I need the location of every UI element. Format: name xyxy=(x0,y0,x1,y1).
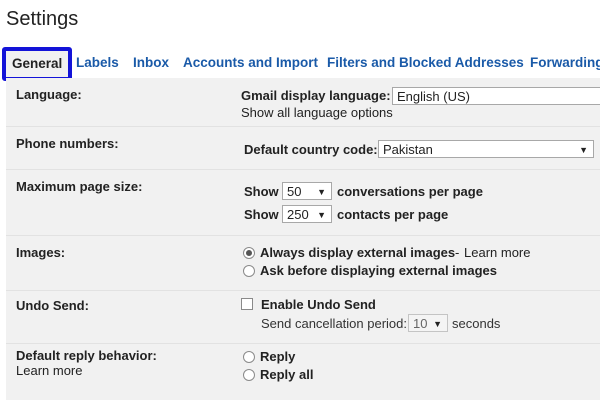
reply-all-radio[interactable] xyxy=(243,369,255,381)
setting-row-maximum-page-size: Maximum page size: Show 50 ▼ conversatio… xyxy=(6,169,600,236)
default-reply-behavior-label: Default reply behavior: xyxy=(16,348,157,363)
enable-undo-send-checkbox[interactable] xyxy=(241,298,253,310)
phone-numbers-label: Phone numbers: xyxy=(16,136,119,151)
undo-send-label: Undo Send: xyxy=(16,298,89,313)
settings-tab-bar: General Labels Inbox Accounts and Import… xyxy=(0,47,600,81)
show-all-language-options-link[interactable]: Show all language options xyxy=(241,105,393,120)
display-language-select[interactable]: English (US) xyxy=(392,87,600,105)
show-label-conversations: Show xyxy=(244,184,279,199)
setting-row-language: Language: Gmail display language: Englis… xyxy=(6,78,600,127)
seconds-label: seconds xyxy=(452,316,501,331)
language-label: Language: xyxy=(16,87,82,102)
ask-before-displaying-images-label: Ask before displaying external images xyxy=(260,263,497,278)
display-language-value: English (US) xyxy=(397,89,470,104)
send-cancellation-period-label: Send cancellation period: xyxy=(261,316,407,331)
page-title: Settings xyxy=(6,8,79,30)
always-display-images-label: Always display external images xyxy=(260,245,456,260)
reply-learn-more-link[interactable]: Learn more xyxy=(16,363,82,378)
show-label-contacts: Show xyxy=(244,207,279,222)
default-country-code-label: Default country code: xyxy=(244,142,378,157)
chevron-down-icon: ▼ xyxy=(579,145,588,155)
reply-option-label: Reply xyxy=(260,349,296,364)
setting-row-default-reply-behavior: Default reply behavior: Learn more Reply… xyxy=(6,343,600,400)
maximum-page-size-label: Maximum page size: xyxy=(16,179,143,194)
send-cancellation-period-select[interactable]: 10 ▼ xyxy=(408,314,448,332)
setting-row-images: Images: Always display external images -… xyxy=(6,235,600,291)
chevron-down-icon: ▼ xyxy=(433,319,442,329)
conversations-per-page-value: 50 xyxy=(287,184,302,199)
images-label: Images: xyxy=(16,245,66,260)
setting-row-undo-send: Undo Send: Enable Undo Send Send cancell… xyxy=(6,290,600,344)
conversations-per-page-text: conversations per page xyxy=(337,184,483,199)
setting-row-phone-numbers: Phone numbers: Default country code: Pak… xyxy=(6,126,600,170)
chevron-down-icon: ▼ xyxy=(317,210,326,220)
conversations-per-page-select[interactable]: 50 ▼ xyxy=(282,182,332,200)
tab-general[interactable]: General xyxy=(2,47,73,81)
tab-accounts-and-import[interactable]: Accounts and Import xyxy=(183,50,318,78)
contacts-per-page-text: contacts per page xyxy=(337,207,449,222)
reply-radio[interactable] xyxy=(243,351,255,363)
chevron-down-icon: ▼ xyxy=(317,187,326,197)
ask-before-displaying-images-radio[interactable] xyxy=(243,265,255,277)
tab-filters-and-blocked-addresses[interactable]: Filters and Blocked Addresses xyxy=(327,50,524,78)
reply-all-option-label: Reply all xyxy=(260,367,314,382)
enable-undo-send-label: Enable Undo Send xyxy=(261,297,376,312)
settings-panel: Language: Gmail display language: Englis… xyxy=(6,78,600,400)
display-language-label: Gmail display language: xyxy=(241,88,391,103)
contacts-per-page-value: 250 xyxy=(287,207,309,222)
always-display-images-radio[interactable] xyxy=(243,247,255,259)
send-cancellation-period-value: 10 xyxy=(413,316,428,331)
country-code-value: Pakistan xyxy=(383,142,433,157)
images-learn-more-link[interactable]: Learn more xyxy=(464,245,530,260)
images-separator: - xyxy=(455,245,460,260)
tab-inbox[interactable]: Inbox xyxy=(133,50,169,78)
country-code-select[interactable]: Pakistan ▼ xyxy=(378,140,594,158)
tab-labels[interactable]: Labels xyxy=(76,50,119,78)
tab-forwarding[interactable]: Forwarding xyxy=(530,50,600,78)
contacts-per-page-select[interactable]: 250 ▼ xyxy=(282,205,332,223)
